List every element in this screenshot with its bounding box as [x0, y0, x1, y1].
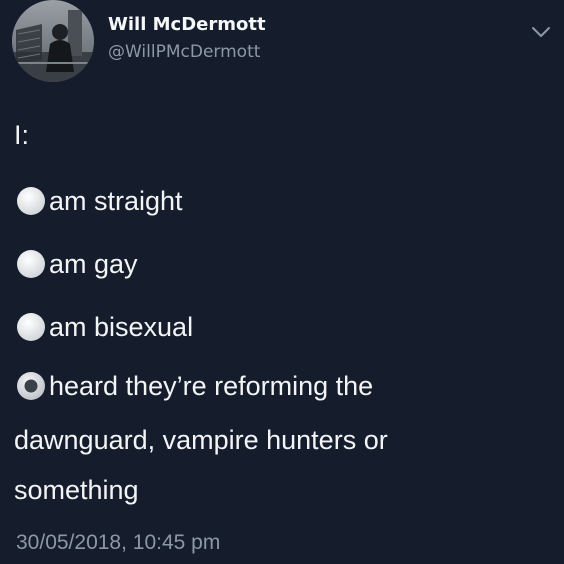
- tweet-lead-text: I:: [14, 120, 30, 150]
- radio-button-icon: [14, 247, 48, 281]
- chevron-down-icon[interactable]: [528, 22, 554, 42]
- option-label: am straight: [49, 186, 183, 216]
- radio-button-icon: [14, 310, 48, 344]
- option-label: heard they’re reforming the: [49, 371, 374, 401]
- option-label: am gay: [49, 249, 138, 279]
- tweet-card: Will McDermott @WillPMcDermott I: am str…: [0, 0, 564, 564]
- author-handle[interactable]: @WillPMcDermott: [108, 41, 266, 63]
- tweet-timestamp[interactable]: 30/05/2018, 10:45 pm: [16, 530, 220, 556]
- poll-option-bisexual: am bisexual: [14, 310, 193, 344]
- poll-option-straight: am straight: [14, 184, 183, 218]
- poll-option-gay: am gay: [14, 247, 138, 281]
- tweet-author[interactable]: Will McDermott @WillPMcDermott: [108, 14, 266, 63]
- radio-button-selected-icon: [14, 369, 48, 403]
- author-display-name[interactable]: Will McDermott: [108, 14, 266, 36]
- avatar[interactable]: [12, 0, 94, 82]
- radio-button-icon: [14, 184, 48, 218]
- option-label-continuation: something: [14, 475, 139, 505]
- poll-option-dawnguard: heard they’re reforming the: [14, 369, 373, 403]
- option-label-continuation: dawnguard, vampire hunters or: [14, 425, 388, 455]
- avatar-photo-icon: [12, 0, 94, 82]
- option-label: am bisexual: [49, 312, 194, 342]
